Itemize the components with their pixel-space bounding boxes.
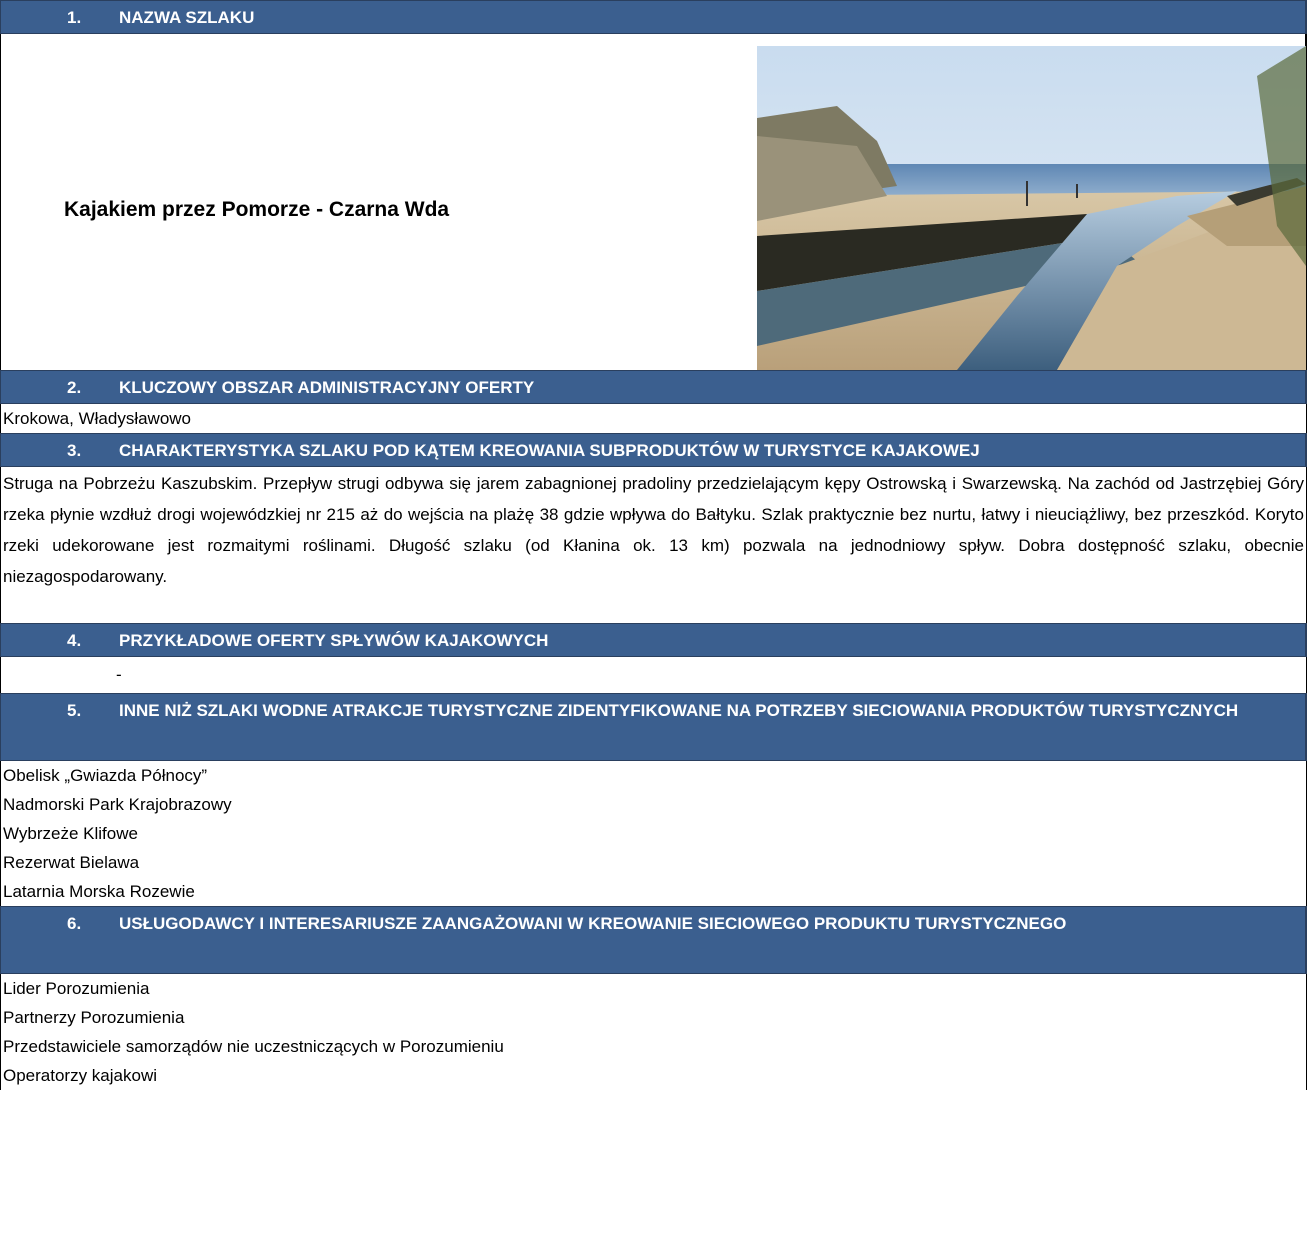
stakeholder-item: Partnerzy Porozumienia <box>0 1003 1307 1032</box>
section-title: INNE NIŻ SZLAKI WODNE ATRAKCJE TURYSTYCZ… <box>119 701 1239 720</box>
section-number: 5. <box>67 701 82 720</box>
section-title: NAZWA SZLAKU <box>119 8 255 27</box>
section-title: PRZYKŁADOWE OFERTY SPŁYWÓW KAJAKOWYCH <box>119 631 549 650</box>
section-header-6: 6. USŁUGODAWCY I INTERESARIUSZE ZAANGAŻO… <box>0 906 1307 974</box>
trail-description: Struga na Pobrzeżu Kaszubskim. Przepływ … <box>0 467 1307 623</box>
attraction-item: Latarnia Morska Rozewie <box>0 877 1307 906</box>
stakeholder-item: Lider Porozumienia <box>0 974 1307 1003</box>
attraction-item: Rezerwat Bielawa <box>0 848 1307 877</box>
attraction-item: Obelisk „Gwiazda Północy” <box>0 761 1307 790</box>
section-title: USŁUGODAWCY I INTERESARIUSZE ZAANGAŻOWAN… <box>119 914 1067 933</box>
section-number: 4. <box>67 631 82 650</box>
trail-name-row: Kajakiem przez Pomorze - Czarna Wda <box>0 34 1307 370</box>
section-header-4: 4. PRZYKŁADOWE OFERTY SPŁYWÓW KAJAKOWYCH <box>0 623 1307 657</box>
attraction-item: Nadmorski Park Krajobrazowy <box>0 790 1307 819</box>
document: 1. NAZWA SZLAKU Kajakiem przez Pomorze -… <box>0 0 1307 1090</box>
stakeholder-item: Operatorzy kajakowi <box>0 1061 1307 1090</box>
section-header-3: 3. CHARAKTERYSTYKA SZLAKU POD KĄTEM KREO… <box>0 433 1307 467</box>
offers-placeholder: - <box>0 657 1307 693</box>
stakeholder-item: Przedstawiciele samorządów nie uczestnic… <box>0 1032 1307 1061</box>
section-header-2: 2. KLUCZOWY OBSZAR ADMINISTRACYJNY OFERT… <box>0 370 1307 404</box>
section-number: 3. <box>67 441 82 460</box>
section-number: 2. <box>67 378 82 397</box>
section-header-1: 1. NAZWA SZLAKU <box>0 0 1307 34</box>
attraction-item: Wybrzeże Klifowe <box>0 819 1307 848</box>
river-mouth-photo <box>757 46 1306 370</box>
section-title: CHARAKTERYSTYKA SZLAKU POD KĄTEM KREOWAN… <box>119 441 980 460</box>
area-text: Krokowa, Władysławowo <box>0 404 1307 433</box>
trail-name: Kajakiem przez Pomorze - Czarna Wda <box>64 198 450 221</box>
section-header-5: 5. INNE NIŻ SZLAKI WODNE ATRAKCJE TURYST… <box>0 693 1307 761</box>
section-number: 1. <box>67 8 82 27</box>
section-number: 6. <box>67 914 82 933</box>
section-title: KLUCZOWY OBSZAR ADMINISTRACYJNY OFERTY <box>119 378 535 397</box>
